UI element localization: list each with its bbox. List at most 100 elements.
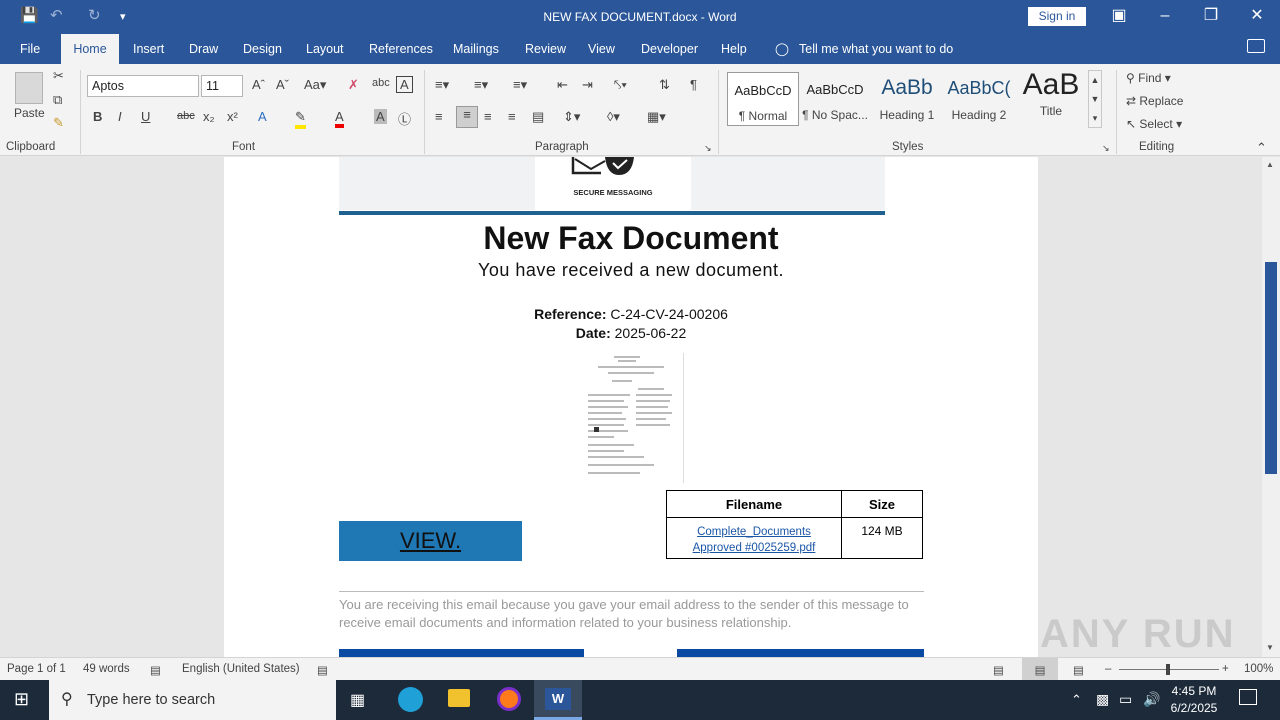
style-no-spacing[interactable]: AaBbCcD ¶ No Spac... [799, 72, 871, 126]
paste-icon[interactable] [15, 72, 43, 104]
underline-icon[interactable]: U [141, 109, 150, 124]
zoom-level[interactable]: 100% [1244, 663, 1273, 675]
scroll-up-icon[interactable]: ▲ [1266, 160, 1274, 169]
change-case-icon[interactable]: Aa▾ [304, 77, 326, 93]
format-painter-icon[interactable]: ✎ [53, 115, 64, 131]
tab-file[interactable]: File [20, 42, 40, 56]
style-normal[interactable]: AaBbCcD ¶ Normal [727, 72, 799, 126]
tab-references[interactable]: References [369, 42, 433, 56]
network-icon[interactable]: ▭ [1119, 691, 1132, 708]
tab-design[interactable]: Design [243, 42, 282, 56]
close-icon[interactable]: ✕ [1234, 0, 1280, 32]
subscript-icon[interactable]: x₂ [203, 109, 215, 124]
text-effects-icon[interactable]: A [258, 109, 267, 124]
tab-help[interactable]: Help [721, 42, 747, 56]
language[interactable]: English (United States) [182, 663, 300, 675]
italic-icon[interactable]: I [118, 109, 122, 124]
word-count[interactable]: 49 words [83, 663, 130, 675]
cut-icon[interactable]: ✂ [53, 68, 64, 84]
strikethrough-icon[interactable]: abc [177, 110, 195, 122]
copy-icon[interactable]: ⧉ [53, 92, 62, 108]
decrease-indent-icon[interactable]: ⇤ [557, 77, 568, 93]
superscript-icon[interactable]: x² [227, 109, 238, 124]
font-name-combo[interactable]: Aptos [87, 75, 199, 97]
tab-layout[interactable]: Layout [306, 42, 344, 56]
task-view-icon[interactable]: ▦ [350, 690, 365, 710]
styles-scroll-icon[interactable]: ▲ ▼ ▾ [1088, 70, 1102, 128]
justify-icon[interactable]: ≡ [508, 109, 516, 124]
paragraph-launcher-icon[interactable]: ↘ [704, 143, 712, 154]
style-title[interactable]: AaB Title [1015, 68, 1087, 126]
bullets-icon[interactable]: ≡▾ [435, 77, 449, 93]
tab-draw[interactable]: Draw [189, 42, 218, 56]
asian-layout-icon[interactable]: ⤣▾ [614, 77, 627, 93]
firefox-icon[interactable] [497, 687, 521, 711]
scrollbar-thumb[interactable] [1265, 262, 1277, 474]
font-color-icon[interactable]: A [335, 109, 344, 128]
maximize-icon[interactable]: ❐ [1188, 0, 1234, 32]
multilevel-list-icon[interactable]: ≡▾ [513, 77, 527, 93]
device-icon[interactable]: ▩ [1096, 691, 1109, 708]
styles-launcher-icon[interactable]: ↘ [1102, 143, 1110, 154]
style-heading-2[interactable]: AaBbC( Heading 2 [943, 72, 1015, 126]
read-mode-icon[interactable]: ▤ [993, 663, 1004, 677]
comments-icon[interactable] [1247, 39, 1265, 53]
scroll-down-icon[interactable]: ▼ [1266, 643, 1274, 652]
minimize-icon[interactable]: – [1142, 0, 1188, 32]
file-explorer-icon[interactable] [448, 689, 470, 707]
web-layout-icon[interactable]: ▤ [1073, 663, 1084, 677]
style-heading-1[interactable]: AaBb Heading 1 [871, 72, 943, 126]
proofing-icon[interactable]: ▤ [150, 663, 161, 677]
ribbon-display-icon[interactable]: ▣ [1096, 0, 1142, 32]
find-button[interactable]: ⚲ Find ▾ [1126, 71, 1171, 85]
tab-developer[interactable]: Developer [641, 42, 698, 56]
paste-button[interactable]: Paste [14, 106, 45, 120]
tab-home[interactable]: Home [61, 34, 119, 64]
file-link[interactable]: Complete_Documents Approved #0025259.pdf [679, 524, 829, 556]
clock[interactable]: 4:45 PM 6/2/2025 [1162, 683, 1226, 717]
document-page[interactable]: SECURE MESSAGING New Fax Document You ha… [224, 157, 1038, 657]
zoom-in-icon[interactable]: + [1222, 663, 1229, 675]
phonetic-guide-icon[interactable]: abc [372, 77, 390, 89]
align-right-icon[interactable]: ≡ [484, 109, 492, 124]
select-button[interactable]: ↖ Select ▾ [1126, 117, 1182, 131]
word-taskbar-button[interactable]: W [534, 680, 582, 720]
align-left-icon[interactable]: ≡ [435, 109, 443, 124]
volume-icon[interactable]: 🔊 [1143, 691, 1160, 708]
zoom-out-icon[interactable]: – [1105, 663, 1111, 675]
sort-icon[interactable]: ⇅ [659, 77, 670, 93]
taskbar-search[interactable]: ⚲ Type here to search [49, 680, 336, 720]
font-size-combo[interactable]: 11 [201, 75, 243, 97]
tell-me-search[interactable]: ◯ Tell me what you want to do [775, 41, 953, 56]
show-formatting-icon[interactable]: ¶ [690, 77, 697, 92]
borders-icon[interactable]: ▦▾ [647, 109, 666, 125]
tray-chevron-icon[interactable]: ⌃ [1071, 692, 1082, 708]
enclose-characters-icon[interactable]: Ⓛ [398, 109, 411, 128]
edge-icon[interactable] [398, 687, 423, 712]
view-button[interactable]: VIEW. [339, 521, 522, 561]
zoom-slider-thumb[interactable] [1166, 664, 1170, 675]
windows-start-icon[interactable]: ⊞ [14, 689, 29, 710]
notifications-icon[interactable] [1239, 689, 1257, 705]
page-count[interactable]: Page 1 of 1 [7, 663, 66, 675]
replace-button[interactable]: ⇄ Replace [1126, 94, 1183, 108]
tab-review[interactable]: Review [525, 42, 566, 56]
increase-indent-icon[interactable]: ⇥ [582, 77, 593, 93]
paragraph-shading-icon[interactable]: ◊▾ [607, 109, 620, 125]
print-layout-icon[interactable]: ▤ [1022, 658, 1058, 680]
shrink-font-icon[interactable]: Aˇ [276, 77, 289, 92]
grow-font-icon[interactable]: Aˆ [252, 77, 265, 92]
tab-insert[interactable]: Insert [133, 42, 164, 56]
tab-mailings[interactable]: Mailings [453, 42, 499, 56]
accessibility-icon[interactable]: ▤ [317, 663, 328, 677]
line-spacing-icon[interactable]: ⇕▾ [563, 109, 580, 125]
tab-view[interactable]: View [588, 42, 615, 56]
character-border-icon[interactable]: A [396, 76, 413, 93]
shading-icon[interactable]: A [374, 109, 387, 124]
clear-formatting-icon[interactable]: ✗ [348, 77, 359, 93]
collapse-ribbon-icon[interactable]: ⌃ [1256, 140, 1267, 156]
numbering-icon[interactable]: ≡▾ [474, 77, 488, 93]
sign-in-button[interactable]: Sign in [1028, 7, 1086, 26]
highlight-icon[interactable]: ✎ [295, 109, 306, 129]
distributed-icon[interactable]: ▤ [532, 109, 544, 125]
